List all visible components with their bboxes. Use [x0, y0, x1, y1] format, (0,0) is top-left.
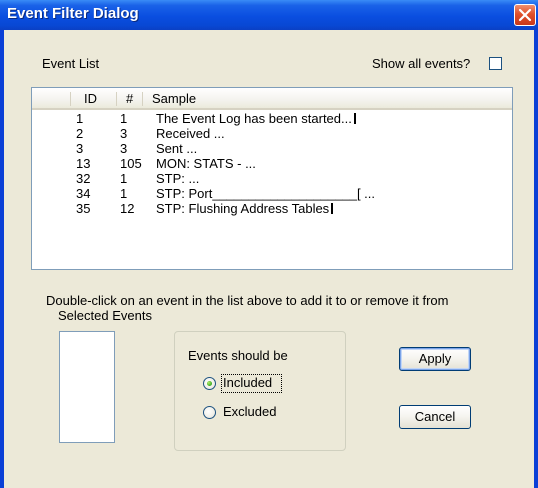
- text-cursor-mark: [353, 113, 356, 124]
- table-row[interactable]: 32 1 STP: ...: [32, 171, 512, 186]
- selected-events-list[interactable]: [59, 331, 115, 443]
- cell-count: 3: [120, 126, 128, 141]
- column-separator[interactable]: [70, 92, 71, 106]
- cell-sample-text: The Event Log has been started...: [156, 111, 352, 126]
- event-list-header: ID # Sample: [32, 88, 512, 110]
- apply-button[interactable]: Apply: [399, 347, 471, 371]
- excluded-label[interactable]: Excluded: [223, 404, 276, 419]
- cell-count: 105: [120, 156, 142, 171]
- cell-id: 34: [76, 186, 91, 201]
- cell-id: 1: [76, 111, 84, 126]
- cell-sample: Sent ...: [156, 141, 198, 156]
- event-list[interactable]: ID # Sample 1 1 The Event Log has been s…: [31, 87, 513, 270]
- dialog-window: Event Filter Dialog Event List Show all …: [0, 0, 538, 488]
- selected-events-label: Selected Events: [58, 308, 152, 323]
- cell-sample: STP: ...: [156, 171, 200, 186]
- table-row[interactable]: 1 1 The Event Log has been started...: [32, 111, 512, 126]
- included-label[interactable]: Included: [223, 375, 272, 390]
- cell-count: 1: [120, 171, 128, 186]
- table-row[interactable]: 34 1 STP: Port____________________[ ...: [32, 186, 512, 201]
- excluded-radio[interactable]: [203, 406, 216, 419]
- cell-id: 2: [76, 126, 84, 141]
- events-should-be-label: Events should be: [188, 348, 288, 363]
- title-bar[interactable]: Event Filter Dialog: [0, 0, 538, 30]
- cell-count: 12: [120, 201, 135, 216]
- column-separator[interactable]: [142, 92, 143, 106]
- window-title: Event Filter Dialog: [7, 5, 139, 22]
- cell-count: 3: [120, 141, 128, 156]
- dialog-body: Event List Show all events? ID # Sample …: [4, 30, 534, 488]
- show-all-events-checkbox[interactable]: [489, 57, 502, 70]
- cell-sample: STP: Flushing Address Tables: [156, 201, 334, 216]
- cell-sample: Received ...: [156, 126, 225, 141]
- column-header-count[interactable]: #: [126, 91, 133, 106]
- event-list-label: Event List: [42, 56, 100, 71]
- cell-count: 1: [120, 186, 128, 201]
- cell-sample: The Event Log has been started...: [156, 111, 356, 126]
- cell-sample: MON: STATS - ...: [156, 156, 256, 171]
- included-radio[interactable]: [203, 377, 216, 390]
- column-separator[interactable]: [116, 92, 117, 106]
- table-row[interactable]: 13 105 MON: STATS - ...: [32, 156, 512, 171]
- cell-sample-text: STP: Flushing Address Tables: [156, 201, 330, 216]
- close-button[interactable]: [514, 4, 536, 26]
- show-all-events-label[interactable]: Show all events?: [372, 56, 470, 71]
- table-row[interactable]: 3 3 Sent ...: [32, 141, 512, 156]
- radio-selected-dot: [207, 381, 212, 386]
- cell-id: 32: [76, 171, 91, 186]
- close-icon: [518, 8, 532, 22]
- cancel-button[interactable]: Cancel: [399, 405, 471, 429]
- column-header-id[interactable]: ID: [84, 91, 97, 106]
- cell-sample: STP: Port____________________[ ...: [156, 186, 376, 201]
- cell-count: 1: [120, 111, 128, 126]
- cell-id: 35: [76, 201, 91, 216]
- table-row[interactable]: 2 3 Received ...: [32, 126, 512, 141]
- cell-id: 3: [76, 141, 84, 156]
- column-header-sample[interactable]: Sample: [152, 91, 196, 106]
- events-should-be-group: Events should be Included Excluded: [174, 331, 346, 451]
- table-row[interactable]: 35 12 STP: Flushing Address Tables: [32, 201, 512, 216]
- text-cursor-mark: [331, 203, 334, 214]
- instructions-text: Double-click on an event in the list abo…: [46, 293, 449, 308]
- cell-id: 13: [76, 156, 91, 171]
